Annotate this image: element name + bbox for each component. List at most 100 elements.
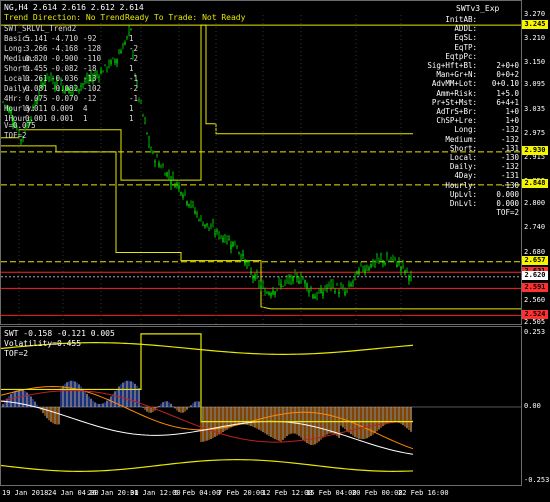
candle-body <box>344 291 346 295</box>
price-tick-label: 3.210 <box>524 34 546 43</box>
candle-body <box>194 210 196 214</box>
candle-body <box>408 275 410 281</box>
candle-body <box>346 289 348 290</box>
right-table-value: 2+0+0 <box>496 61 519 70</box>
candle-body <box>358 269 360 275</box>
sub-volatility: Volatility=0.455 <box>4 339 82 348</box>
candle-body <box>258 282 260 285</box>
candle-body <box>282 285 284 287</box>
candle-body <box>118 53 120 55</box>
sub-header: SWT -0.158 -0.121 0.005 <box>4 329 115 338</box>
indicator-canvas[interactable] <box>1 327 523 487</box>
right-table-value: TOF=2 <box>496 208 519 218</box>
right-table-label: 4Day: <box>454 171 477 181</box>
candle-body <box>252 276 254 279</box>
candle-body <box>386 256 388 261</box>
price-tick-label: 3.095 <box>524 80 546 89</box>
price-tick-label: 2.740 <box>524 223 546 232</box>
indicator-pane[interactable]: SWT -0.158 -0.121 0.005 Volatility=0.455… <box>0 326 522 486</box>
candle-body <box>292 276 294 282</box>
indicator-axis: 0.253 0.00 -0.253 <box>522 326 550 486</box>
left-table-v2: -0.082 <box>51 64 79 73</box>
right-table-label: InitAB: <box>445 15 477 24</box>
candle-body <box>290 277 292 282</box>
candle-body <box>176 182 178 185</box>
right-table-value: 1+5.0 <box>496 88 519 98</box>
main-chart-pane[interactable]: NG,H4 2.614 2.616 2.612 2.614 Trend Dire… <box>0 0 522 326</box>
candle-body <box>274 291 276 295</box>
right-table-value: 0+0.10 <box>491 79 519 89</box>
candle-body <box>110 60 112 64</box>
candle-body <box>270 292 272 297</box>
candle-body <box>172 174 174 177</box>
left-table-v3: -110 <box>83 54 102 63</box>
candle-body <box>204 224 206 227</box>
candle-body <box>398 261 400 263</box>
right-table-label: Short: <box>449 143 477 153</box>
price-level-box: 2.591 <box>522 282 548 292</box>
candle-body <box>280 283 282 288</box>
candle-body <box>124 42 126 45</box>
candle-body <box>164 174 166 176</box>
left-table-v1: 0.455 <box>25 64 48 73</box>
right-table-label: Pr+St+Mst: <box>431 97 477 107</box>
left-table-v2: 0.001 <box>51 114 74 123</box>
price-tick-label: 2.680 <box>524 247 546 256</box>
candle-body <box>144 119 146 122</box>
candle-body <box>98 76 100 78</box>
left-table-v3: -18 <box>83 64 97 73</box>
right-table-value: 6+4+1 <box>496 97 519 107</box>
left-table-v4: -2 <box>129 54 139 63</box>
right-table-value: 1+0 <box>505 116 519 126</box>
candle-body <box>148 139 150 144</box>
left-table-v1: 0.261 <box>25 74 48 83</box>
left-table-v4: -2 <box>129 84 139 93</box>
left-table-v1: 0.075 <box>25 94 48 103</box>
candle-body <box>322 291 324 296</box>
right-table-label: DnLvl: <box>449 199 477 208</box>
candle-body <box>236 247 238 249</box>
candle-body <box>210 226 212 229</box>
candle-body <box>106 67 108 70</box>
candle-body <box>406 268 408 270</box>
indicator-tick-label: 0.00 <box>524 402 541 410</box>
lower-band-line <box>1 459 414 472</box>
candle-body <box>250 271 252 274</box>
candle-body <box>296 276 298 279</box>
candle-body <box>212 223 214 227</box>
candle-body <box>78 88 80 91</box>
candle-body <box>272 290 274 295</box>
candle-body <box>312 294 314 299</box>
candle-body <box>298 280 300 284</box>
candle-body <box>310 289 312 291</box>
price-tick-label: 3.270 <box>524 10 546 18</box>
candle-body <box>376 257 378 263</box>
candle-body <box>208 226 210 228</box>
left-table-v2: -0.082 <box>51 84 79 93</box>
candle-body <box>200 216 202 219</box>
candle-body <box>244 259 246 265</box>
right-table-value: -130 <box>500 153 519 162</box>
right-table-value: -132 <box>500 162 519 172</box>
candle-body <box>328 282 330 284</box>
time-tick-label: 5 Feb 04:00 <box>174 489 221 497</box>
candle-body <box>232 241 234 247</box>
candle-body <box>268 292 270 295</box>
candle-body <box>142 114 144 116</box>
left-table-v3: -12 <box>83 94 97 103</box>
candle-body <box>332 280 334 285</box>
right-table-label: Man+Gr+N: <box>436 70 477 80</box>
candle-body <box>192 202 194 205</box>
candle-body <box>128 27 130 32</box>
right-table-label: Daily: <box>449 162 477 172</box>
left-table-v1: 3.266 <box>25 44 48 53</box>
candle-body <box>80 85 82 87</box>
time-tick-label: 22 Feb 16:00 <box>398 489 449 497</box>
candle-body <box>300 276 302 280</box>
right-table-value: -132 <box>500 125 519 135</box>
left-table-v2: -0.070 <box>51 94 79 103</box>
candle-body <box>264 292 266 296</box>
candle-body <box>108 62 110 67</box>
candle-body <box>364 268 366 274</box>
price-tick-label: 2.800 <box>524 199 546 208</box>
